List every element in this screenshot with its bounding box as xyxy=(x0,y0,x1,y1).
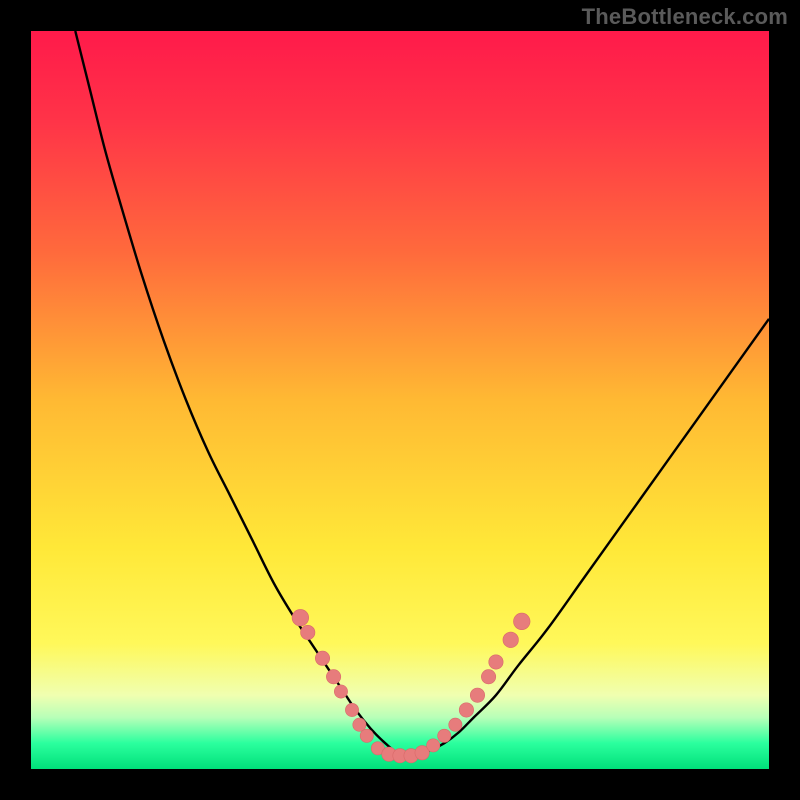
plot-area xyxy=(31,31,769,769)
data-marker xyxy=(513,613,530,630)
chart-frame: TheBottleneck.com xyxy=(0,0,800,800)
data-marker xyxy=(459,703,473,717)
data-marker xyxy=(315,651,329,665)
data-marker xyxy=(292,609,309,626)
data-marker xyxy=(470,688,484,702)
data-marker xyxy=(334,685,347,698)
data-marker xyxy=(345,703,358,716)
heatmap-gradient xyxy=(31,31,769,769)
data-marker xyxy=(301,625,315,639)
data-marker xyxy=(360,729,373,742)
data-marker xyxy=(353,718,366,731)
data-marker xyxy=(503,632,519,648)
data-marker xyxy=(489,655,503,669)
data-marker xyxy=(427,739,440,752)
data-marker xyxy=(449,718,462,731)
data-marker xyxy=(326,670,340,684)
chart-svg xyxy=(31,31,769,769)
data-marker xyxy=(438,729,451,742)
data-marker xyxy=(481,670,495,684)
watermark-text: TheBottleneck.com xyxy=(582,4,788,30)
